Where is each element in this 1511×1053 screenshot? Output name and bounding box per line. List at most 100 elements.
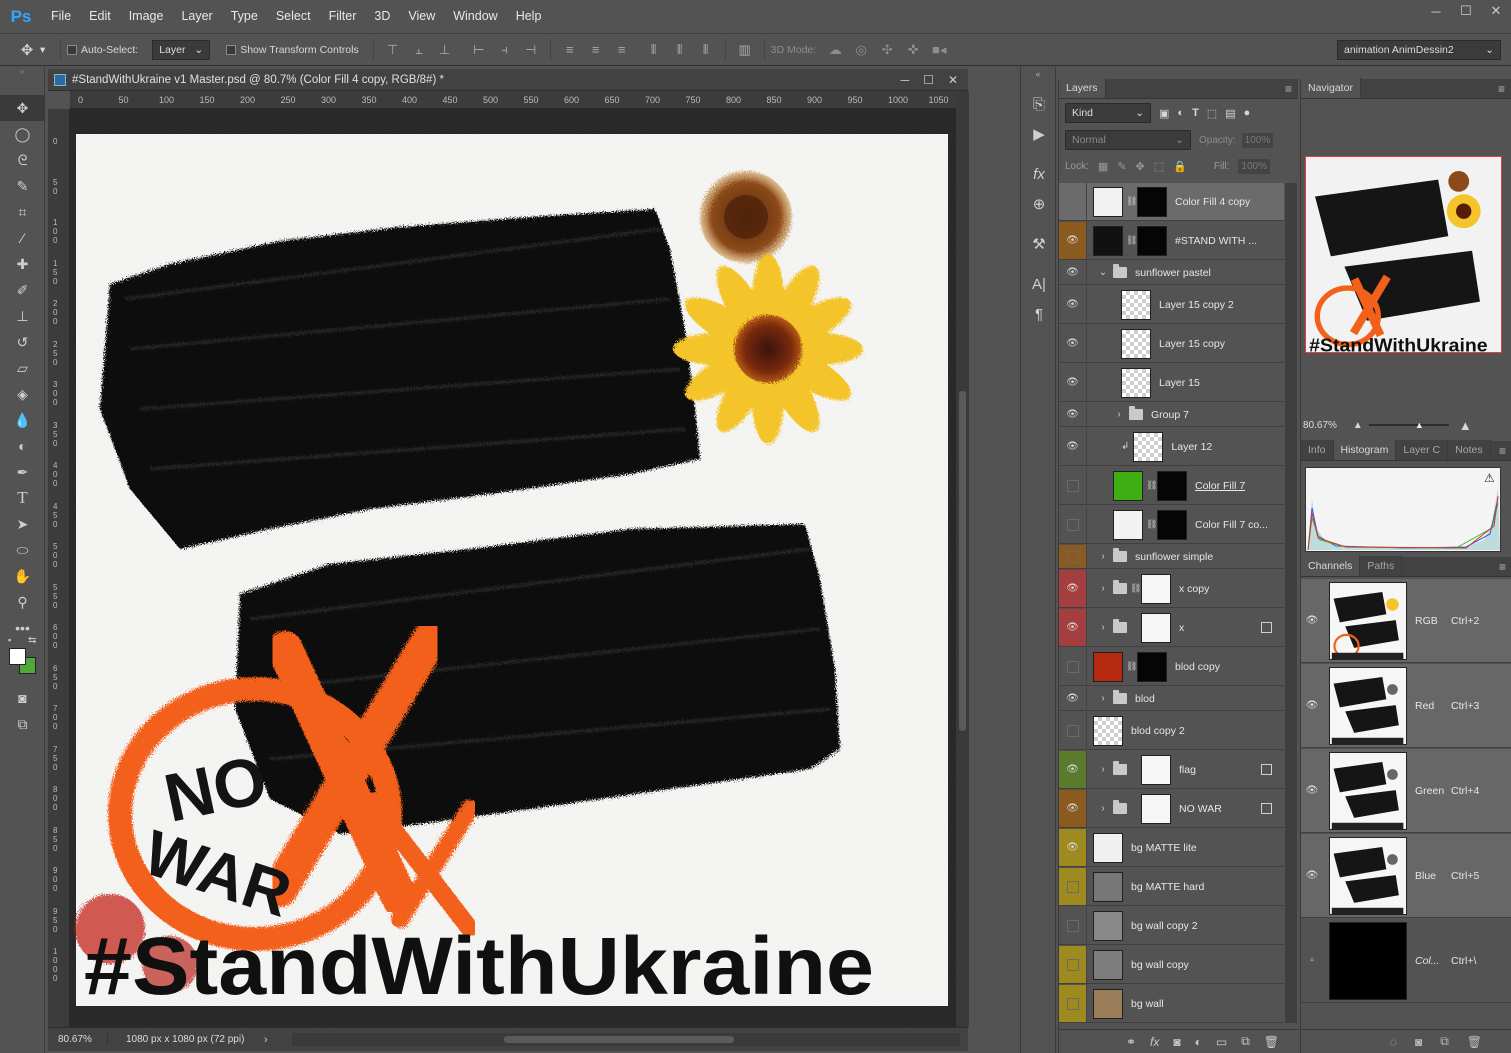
horizontal-scroll-thumb[interactable] [504, 1036, 734, 1043]
filter-type-icon[interactable]: T [1192, 107, 1199, 119]
layer-row[interactable]: 👁 Layer 15 copy 2 [1059, 286, 1284, 324]
channels-tab[interactable]: Channels [1301, 556, 1361, 576]
group-expand-chevron-icon[interactable]: ⌄ [1097, 267, 1109, 278]
layer-row[interactable]: 👁 Layer 15 [1059, 364, 1284, 402]
visibility-eye-icon[interactable]: 👁 [1059, 428, 1087, 465]
layer-row[interactable]: 👁 ⛓ #STAND WITH ... [1059, 222, 1284, 260]
zoom-out-icon[interactable]: ▲ [1353, 420, 1363, 431]
visibility-eye-icon[interactable]: 👁 [1059, 403, 1087, 426]
mask-link-icon[interactable]: ⛓ [1126, 235, 1137, 246]
distribute-left-icon[interactable]: ⦀ [645, 42, 663, 58]
histogram-menu-icon[interactable]: ≡ [1499, 444, 1506, 458]
3d-rotate-icon[interactable]: ☁ [826, 42, 844, 58]
layer-row[interactable]: 👁 › NO WAR [1059, 790, 1284, 828]
show-transform-checkbox[interactable]: Show Transform Controls [226, 44, 359, 56]
status-menu-icon[interactable]: › [264, 1034, 268, 1046]
canvas-scroll-thumb[interactable] [959, 391, 966, 731]
align-hcenter-icon[interactable]: ⫞ [496, 42, 514, 58]
layer-row[interactable]: 👁 › flag [1059, 751, 1284, 789]
history-panel-icon[interactable]: ⎘ [1021, 89, 1057, 119]
group-expand-chevron-icon[interactable]: › [1097, 551, 1109, 562]
move-tool-icon[interactable]: ✥ [0, 95, 45, 121]
layer-filter-dropdown[interactable]: Kind ⌄ [1065, 103, 1151, 123]
channel-row[interactable]: 👁 Blue Ctrl+5 [1301, 834, 1511, 918]
align-left-icon[interactable]: ⊢ [470, 42, 488, 58]
lock-artboard-icon[interactable]: ⬚ [1154, 160, 1164, 173]
visibility-eye-icon[interactable]: 👁 [1301, 615, 1323, 626]
group-expand-chevron-icon[interactable]: › [1097, 693, 1109, 704]
close-button[interactable]: ✕ [1481, 0, 1511, 22]
visibility-toggle[interactable] [1059, 907, 1087, 944]
horizontal-scrollbar[interactable] [292, 1033, 960, 1046]
swap-colors-icon[interactable]: ⇆ [28, 635, 36, 646]
zoom-slider[interactable]: ▲ [1368, 420, 1449, 430]
menu-help[interactable]: Help [507, 0, 551, 33]
visibility-toggle[interactable]: ▫ [1301, 955, 1323, 966]
lock-position-icon[interactable]: ✥ [1136, 160, 1145, 173]
layer-row[interactable]: ⛓ Color Fill 4 copy [1059, 183, 1284, 221]
crop-tool-icon[interactable]: ⌗ [0, 199, 45, 225]
3d-pan-icon[interactable]: ✣ [878, 42, 896, 58]
visibility-toggle[interactable] [1059, 545, 1087, 568]
histogram-tab[interactable]: Histogram [1333, 440, 1397, 460]
align-vcenter-icon[interactable]: ⫠ [410, 42, 428, 58]
navigator-menu-icon[interactable]: ≡ [1498, 82, 1505, 96]
doc-minimize-icon[interactable]: ─ [901, 73, 910, 87]
menu-window[interactable]: Window [444, 0, 506, 33]
eraser-tool-icon[interactable]: ▱ [0, 355, 45, 381]
blend-mode-dropdown[interactable]: Normal ⌄ [1065, 130, 1191, 150]
layer-row[interactable]: bg wall [1059, 985, 1284, 1023]
new-channel-icon[interactable]: ⧉ [1440, 1034, 1449, 1049]
workspace-dropdown[interactable]: animation AnimDessin2 ⌄ [1337, 39, 1501, 60]
navigator-zoom[interactable]: 80.67% [1303, 420, 1337, 431]
visibility-eye-icon[interactable]: 👁 [1059, 829, 1087, 866]
eyedropper-tool-icon[interactable]: ⁄ [0, 225, 45, 251]
layer-row[interactable]: 👁 › blod [1059, 687, 1284, 711]
mask-link-icon[interactable]: ⛓ [1126, 661, 1137, 672]
channel-row[interactable]: ▫ Col... Ctrl+\ [1301, 919, 1511, 1003]
layers-menu-icon[interactable]: ≡ [1285, 82, 1292, 96]
3d-roll-icon[interactable]: ◎ [852, 42, 870, 58]
visibility-toggle[interactable] [1059, 868, 1087, 905]
navigator-preview[interactable]: #StandWithUkraine [1305, 156, 1502, 353]
visibility-eye-icon[interactable]: 👁 [1059, 364, 1087, 401]
layer-styles-icon[interactable]: fx [1150, 1035, 1159, 1049]
filter-shape-icon[interactable]: ⬚ [1207, 107, 1217, 120]
group-expand-chevron-icon[interactable]: › [1097, 803, 1109, 814]
menu-file[interactable]: File [42, 0, 80, 33]
menu-edit[interactable]: Edit [80, 0, 120, 33]
zoom-tool-icon[interactable]: ⚲ [0, 589, 45, 615]
healing-brush-tool-icon[interactable]: ✚ [0, 251, 45, 277]
mask-link-icon[interactable]: ⛓ [1146, 519, 1157, 530]
distribute-bottom-icon[interactable]: ≡ [613, 42, 631, 58]
group-expand-chevron-icon[interactable]: › [1097, 583, 1109, 594]
path-select-tool-icon[interactable]: ➤ [0, 511, 45, 537]
distribute-right-icon[interactable]: ⦀ [697, 42, 715, 58]
history-brush-tool-icon[interactable]: ↺ [0, 329, 45, 355]
visibility-eye-icon[interactable]: 👁 [1059, 790, 1087, 827]
layers-tab[interactable]: Layers [1059, 78, 1106, 98]
menu-view[interactable]: View [399, 0, 444, 33]
toolbar-collapse-icon[interactable]: » [0, 67, 44, 76]
marquee-tool-icon[interactable]: ◯ [0, 121, 45, 147]
zoom-slider-thumb[interactable]: ▲ [1415, 420, 1424, 430]
hand-tool-icon[interactable]: ✋ [0, 563, 45, 589]
visibility-eye-icon[interactable]: 👁 [1059, 325, 1087, 362]
channel-row[interactable]: 👁 Green Ctrl+4 [1301, 749, 1511, 833]
navigator-tab[interactable]: Navigator [1301, 78, 1361, 98]
layer-row[interactable]: ⛓ blod copy [1059, 648, 1284, 686]
new-adjustment-icon[interactable]: ◐ [1195, 1035, 1202, 1049]
move-tool-preset-icon[interactable]: ✥ [14, 37, 40, 63]
menu-image[interactable]: Image [120, 0, 173, 33]
layer-row[interactable]: bg MATTE hard [1059, 868, 1284, 906]
default-colors-icon[interactable]: ▪ [8, 635, 11, 645]
visibility-eye-icon[interactable]: 👁 [1059, 286, 1087, 323]
zoom-level[interactable]: 80.67% [48, 1034, 108, 1045]
menu-3d[interactable]: 3D [365, 0, 399, 33]
layer-row[interactable]: ⛓ Color Fill 7 [1059, 467, 1284, 505]
dodge-tool-icon[interactable]: ◐ [0, 433, 45, 459]
filter-adjustment-icon[interactable]: ◐ [1177, 107, 1184, 119]
align-right-icon[interactable]: ⊣ [522, 42, 540, 58]
layer-row[interactable]: bg wall copy 2 [1059, 907, 1284, 945]
tool-presets-icon[interactable]: ⚒ [1021, 229, 1057, 259]
